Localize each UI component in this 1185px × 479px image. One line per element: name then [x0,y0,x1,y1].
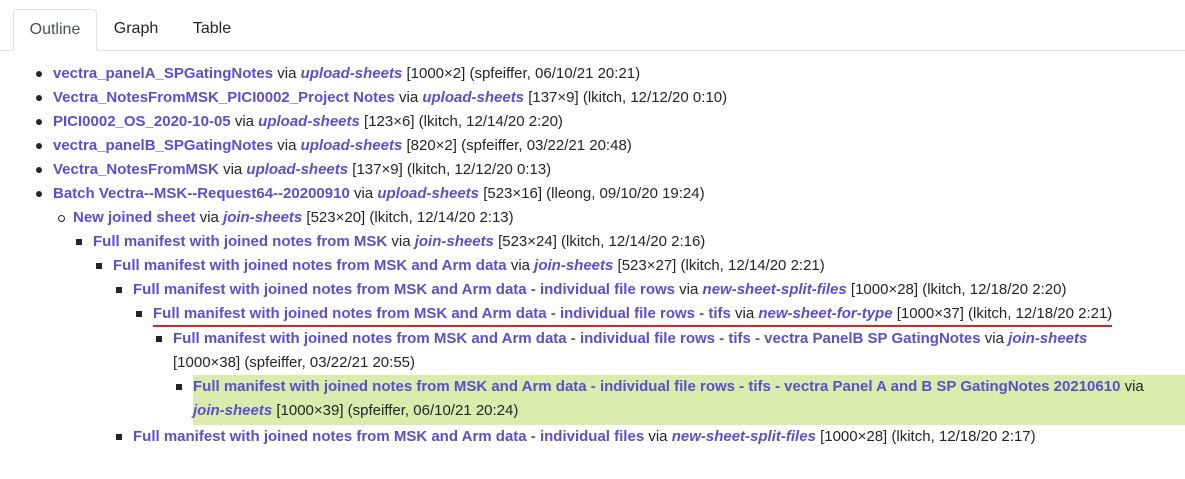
list-item: Batch Vectra--MSK--Request64--20200910 v… [0,182,1185,206]
via-label: via [735,305,755,322]
sheet-meta: [1000×37] (lkitch, 12/18/20 2:21) [896,305,1113,322]
via-label: via [510,257,530,274]
via-label: via [353,185,374,202]
via-label: via [398,89,419,106]
sheet-link[interactable]: Full manifest with joined notes from MSK… [153,305,731,322]
via-label: via [223,161,243,178]
via-label: via [277,137,297,154]
selected-sheet-row: Full manifest with joined notes from MSK… [153,303,1113,327]
tab-outline[interactable]: Outline [13,9,97,51]
via-label: via [277,65,297,82]
via-label: via [199,209,219,226]
sheet-meta: [523×20] (lkitch, 12/14/20 2:13) [306,209,514,226]
action-link[interactable]: new-sheet-split-files [672,428,816,445]
action-link[interactable]: upload-sheets [422,89,524,106]
sheet-link[interactable]: Vectra_NotesFromMSK_PICI0002_Project Not… [53,89,395,106]
list-item: Full manifest with joined notes from MSK… [0,278,1185,302]
sheet-meta: [523×27] (lkitch, 12/14/20 2:21) [617,257,825,274]
sheet-meta: [1000×39] (spfeiffer, 06/10/21 20:24) [276,402,519,419]
sheet-meta: [137×9] (lkitch, 12/12/20 0:13) [352,161,552,178]
list-item: New joined sheet via join-sheets [523×20… [0,206,1185,230]
bullet-icon [156,336,162,342]
sheet-link[interactable]: Batch Vectra--MSK--Request64--20200910 [53,185,350,202]
bullet-icon [36,119,42,125]
action-link[interactable]: new-sheet-split-files [703,281,847,298]
action-link[interactable]: upload-sheets [258,113,360,130]
bullet-icon [58,215,65,222]
via-label: via [648,428,668,445]
highlighted-sheet-row: Full manifest with joined notes from MSK… [193,375,1185,425]
action-link[interactable]: upload-sheets [377,185,479,202]
list-item: Full manifest with joined notes from MSK… [0,254,1185,278]
via-label: via [984,330,1004,347]
sheet-meta: [820×2] (spfeiffer, 03/22/21 20:48) [406,137,632,154]
action-link[interactable]: upload-sheets [301,137,403,154]
tab-graph[interactable]: Graph [100,9,172,51]
sheet-meta: [1000×2] (spfeiffer, 06/10/21 20:21) [406,65,641,82]
list-item: Full manifest with joined notes from MSK… [0,425,1185,449]
list-item: Vectra_NotesFromMSK_PICI0002_Project Not… [0,86,1185,110]
list-item: vectra_panelB_SPGatingNotes via upload-s… [0,134,1185,158]
via-label: via [679,281,699,298]
sheet-link[interactable]: Full manifest with joined notes from MSK… [173,330,981,347]
action-link[interactable]: join-sheets [193,402,272,419]
bullet-icon [116,434,122,440]
list-item: vectra_panelA_SPGatingNotes via upload-s… [0,62,1185,86]
list-item: Full manifest with joined notes from MSK… [0,230,1185,254]
action-link[interactable]: join-sheets [534,257,613,274]
list-item: Full manifest with joined notes from MSK… [0,327,1185,375]
sheet-link[interactable]: Full manifest with joined notes from MSK [93,233,387,250]
list-item: PICI0002_OS_2020-10-05 via upload-sheets… [0,110,1185,134]
action-link[interactable]: new-sheet-for-type [758,305,892,322]
sheet-link[interactable]: Full manifest with joined notes from MSK… [133,281,675,298]
via-label: via [234,113,254,130]
sheet-link[interactable]: Full manifest with joined notes from MSK… [113,257,507,274]
action-link[interactable]: upload-sheets [246,161,348,178]
sheet-link[interactable]: vectra_panelA_SPGatingNotes [53,65,273,82]
via-label: via [391,233,411,250]
bullet-icon [36,71,42,77]
sheet-meta: [1000×28] (lkitch, 12/18/20 2:20) [850,281,1067,298]
bullet-icon [36,95,42,101]
sheet-link[interactable]: vectra_panelB_SPGatingNotes [53,137,273,154]
sheet-meta: [523×24] (lkitch, 12/14/20 2:16) [498,233,706,250]
bullet-icon [96,263,102,269]
action-link[interactable]: join-sheets [415,233,494,250]
sheet-link[interactable]: Full manifest with joined notes from MSK… [193,378,1120,395]
sheet-outline-tree: vectra_panelA_SPGatingNotes via upload-s… [0,62,1185,449]
action-link[interactable]: join-sheets [223,209,302,226]
list-item: Full manifest with joined notes from MSK… [0,302,1185,327]
bullet-icon [116,287,122,293]
sheet-meta: [1000×28] (lkitch, 12/18/20 2:17) [820,428,1036,445]
action-link[interactable]: join-sheets [1008,330,1087,347]
bullet-icon [136,311,142,317]
sheet-link[interactable]: PICI0002_OS_2020-10-05 [53,113,231,130]
bullet-icon [36,143,42,149]
sheet-meta: [137×9] (lkitch, 12/12/20 0:10) [528,89,728,106]
bullet-icon [36,167,42,173]
list-item: Full manifest with joined notes from MSK… [0,375,1185,425]
tab-bar: Outline Graph Table [0,0,1185,51]
action-link[interactable]: upload-sheets [301,65,403,82]
bullet-icon [76,239,82,245]
via-label: via [1124,378,1144,395]
sheet-link[interactable]: Full manifest with joined notes from MSK… [133,428,644,445]
sheet-meta: [123×6] (lkitch, 12/14/20 2:20) [364,113,563,130]
sheet-meta: [1000×38] (spfeiffer, 03/22/21 20:55) [173,354,415,371]
bullet-icon [36,191,42,197]
sheet-link[interactable]: New joined sheet [73,209,196,226]
sheet-meta: [523×16] (lleong, 09/10/20 19:24) [483,185,705,202]
sheet-link[interactable]: Vectra_NotesFromMSK [53,161,219,178]
bullet-icon [176,384,182,390]
tab-table[interactable]: Table [176,9,248,51]
list-item: Vectra_NotesFromMSK via upload-sheets [1… [0,158,1185,182]
